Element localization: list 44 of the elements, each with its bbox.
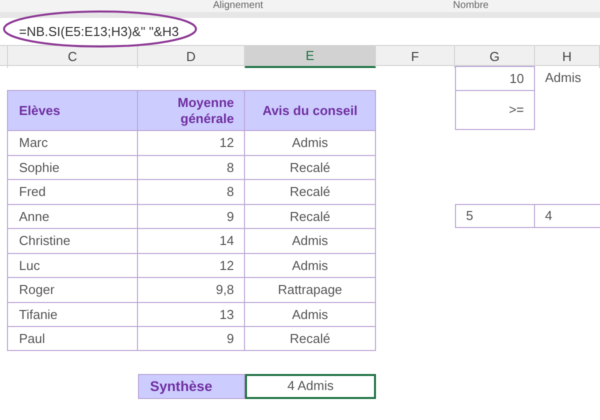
table-cell: Rattrapage [245,277,376,302]
table-cell: Sophie [8,154,138,179]
table-cell: Paul [8,326,138,350]
summary-label: Synthèse [138,374,245,398]
column-header[interactable]: C [8,46,138,68]
table-cell: 8 [138,154,245,179]
summary-cell[interactable]: 4 Admis [245,374,376,398]
table-cell: >= [455,90,535,130]
table-cell: Luc [8,252,138,277]
table-cell: Recalé [245,179,376,204]
table-cell: 12 [138,252,245,277]
table-cell: Admis [245,302,376,326]
table-cell: Admis [245,228,376,252]
table-cell: 8 [138,179,245,204]
table-cell: Admis [245,252,376,277]
table-cell: Tifanie [8,302,138,326]
table-cell: 4 [535,204,600,228]
table-cell: Fred [8,179,138,204]
table-cell: Marc [8,130,138,154]
table-cell: Recalé [245,154,376,179]
table-cell: 12 [138,130,245,154]
table-cell: 10 [455,66,535,90]
table-cell: Recalé [245,204,376,228]
table-cell: Recalé [245,326,376,350]
table-cell: 9,8 [138,277,245,302]
table-cell: 5 [455,204,535,228]
column-header[interactable]: G [455,46,535,68]
table-cell: Admis [245,130,376,154]
table-cell: 9 [138,326,245,350]
table-cell: 9 [138,204,245,228]
column-heading: Avis du conseil [245,90,376,130]
table-cell: Christine [8,228,138,252]
column-header[interactable]: E [245,46,376,68]
column-header[interactable]: H [535,46,600,68]
column-header[interactable]: F [376,46,455,68]
column-heading: Moyenne générale [138,90,245,130]
table-cell: 14 [138,228,245,252]
column-heading: Elèves [8,90,138,130]
table-cell: 13 [138,302,245,326]
table-cell-text: Admis [544,69,582,88]
table-cell: Anne [8,204,138,228]
ribbon-group-label: Nombre [453,0,489,12]
ribbon-group-label: Alignement [213,0,264,12]
table-cell: Roger [8,277,138,302]
